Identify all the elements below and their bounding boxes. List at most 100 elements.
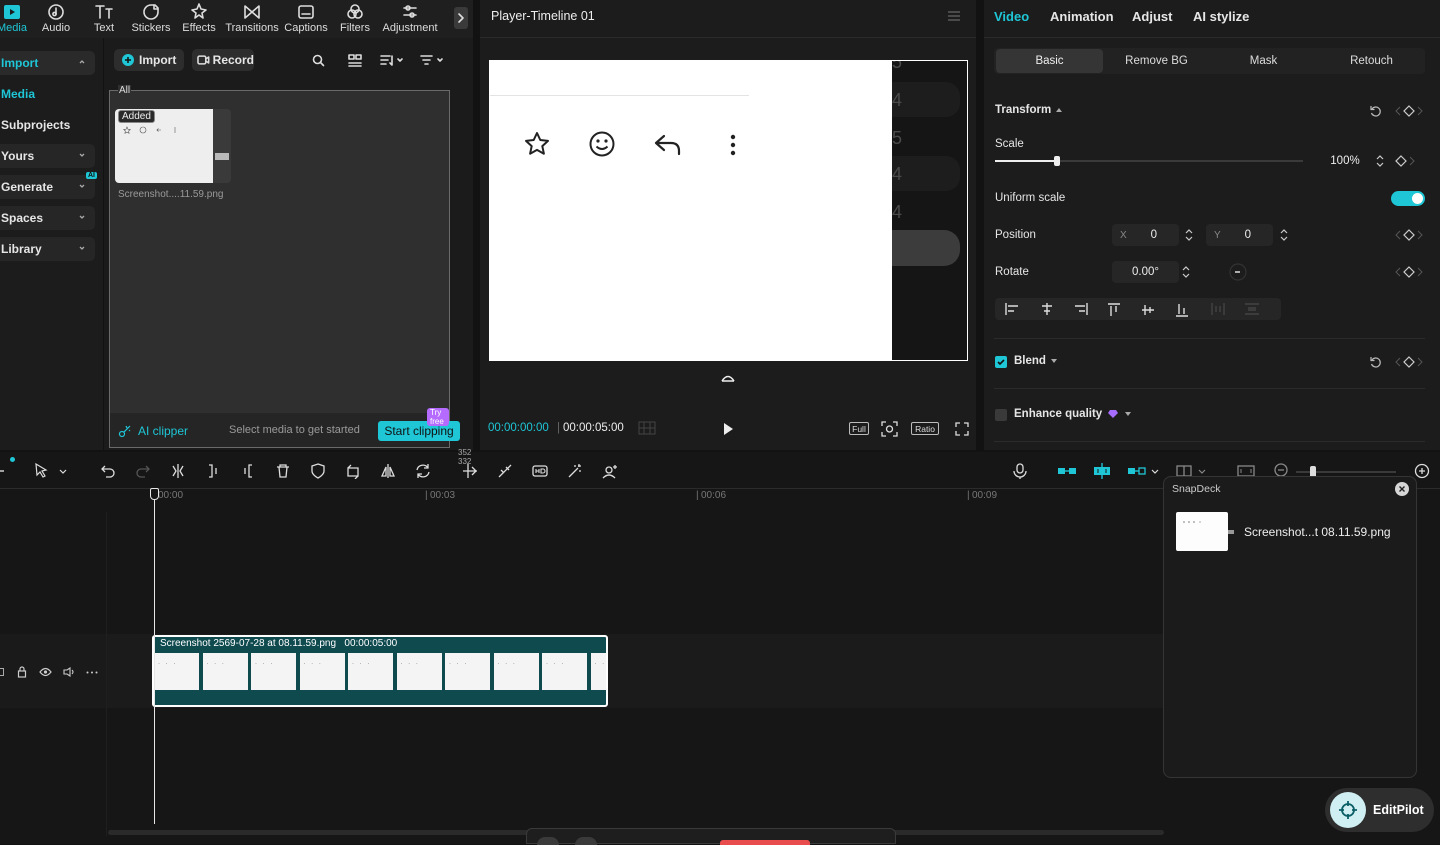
blend-checkbox[interactable]: [995, 356, 1007, 368]
sidebar-item-import[interactable]: Import: [0, 51, 95, 75]
ratio-button[interactable]: Ratio: [911, 422, 939, 435]
distribute-v-icon[interactable]: [1245, 303, 1259, 315]
position-y-field[interactable]: Y 0: [1206, 224, 1273, 246]
transform-header[interactable]: Transform: [995, 104, 1063, 116]
rotate-dial-icon[interactable]: [1229, 263, 1247, 281]
sidebar-item-spaces[interactable]: Spaces: [0, 206, 95, 230]
microphone-icon[interactable]: [1013, 463, 1027, 479]
toolbar-transitions[interactable]: Transitions: [225, 2, 279, 34]
record-button[interactable]: Record: [192, 49, 254, 71]
view-grid-icon[interactable]: [348, 54, 362, 67]
editpilot-button[interactable]: EditPilot: [1325, 788, 1434, 832]
align-right-icon[interactable]: [1074, 303, 1088, 315]
reset-icon[interactable]: [1369, 105, 1382, 118]
toolbar-filters[interactable]: Filters: [338, 2, 372, 34]
shield-icon[interactable]: [310, 463, 326, 479]
snapdeck-thumbnail[interactable]: [1176, 512, 1234, 551]
search-icon[interactable]: [312, 54, 325, 67]
stepper-icon[interactable]: [1181, 264, 1191, 280]
record-indicator[interactable]: [720, 840, 810, 845]
sidebar-item-library[interactable]: Library: [0, 237, 95, 261]
align-bottom-icon[interactable]: [1176, 303, 1188, 317]
preview-axis-icon[interactable]: [1127, 463, 1161, 479]
sidebar-item-yours[interactable]: Yours: [0, 144, 95, 168]
keyframe-control-position[interactable]: [1395, 229, 1423, 241]
split-icon[interactable]: [170, 463, 186, 479]
undo-icon[interactable]: [100, 463, 116, 479]
timeline-clip[interactable]: Screenshot 2569-07-28 at 08.11.59.png 00…: [152, 635, 608, 707]
uniform-scale-toggle[interactable]: [1391, 191, 1425, 206]
segment-remove-bg[interactable]: Remove BG: [1103, 49, 1210, 73]
align-left-icon[interactable]: [1005, 303, 1019, 315]
align-top-icon[interactable]: [1108, 303, 1120, 317]
split-left-icon[interactable]: [205, 463, 221, 479]
screenshot-icon[interactable]: [881, 421, 898, 437]
keyframe-control-transform[interactable]: [1395, 105, 1423, 117]
link-clips-icon[interactable]: [1057, 463, 1077, 479]
toolbar-text[interactable]: Text: [88, 2, 120, 34]
filter-all-label[interactable]: All: [118, 85, 132, 96]
keyframe-control-blend[interactable]: [1395, 356, 1423, 368]
hd-icon[interactable]: [532, 463, 548, 479]
more-horizontal-icon[interactable]: [86, 671, 98, 674]
toolbar-stickers[interactable]: Stickers: [130, 2, 172, 34]
playhead[interactable]: [154, 488, 155, 824]
playhead-handle[interactable]: [150, 488, 159, 500]
toolbar-adjustment[interactable]: Adjustment: [382, 2, 438, 34]
delete-icon[interactable]: [275, 463, 291, 479]
tab-animation[interactable]: Animation: [1050, 9, 1114, 24]
fullscreen-icon[interactable]: [955, 422, 969, 436]
eye-icon[interactable]: [39, 667, 52, 677]
media-item[interactable]: Added: [115, 109, 231, 183]
toolbar-scroll-right-button[interactable]: [454, 7, 468, 29]
mirror-icon[interactable]: [380, 463, 396, 479]
tab-ai-stylize[interactable]: AI stylize: [1193, 9, 1249, 24]
toolbar-captions[interactable]: Captions: [284, 2, 328, 34]
sidebar-item-media[interactable]: Media: [0, 82, 95, 106]
speed-curve-icon[interactable]: [497, 463, 513, 479]
rotate-clip-icon[interactable]: [415, 463, 431, 479]
toolbar-audio[interactable]: Audio: [38, 2, 74, 34]
zoom-slider[interactable]: [1296, 466, 1396, 478]
freeze-icon[interactable]: [462, 463, 480, 479]
sort-icon[interactable]: [380, 54, 406, 67]
add-track-icon[interactable]: [0, 464, 8, 478]
grid-display-icon[interactable]: [638, 421, 656, 435]
zoom-in-icon[interactable]: [1414, 463, 1430, 479]
segment-basic[interactable]: Basic: [996, 49, 1103, 73]
preview-canvas[interactable]: [489, 60, 892, 361]
keyframe-control-rotate[interactable]: [1395, 266, 1423, 278]
filter-icon[interactable]: [420, 54, 446, 67]
person-ai-icon[interactable]: [602, 463, 618, 479]
ai-clipper-label[interactable]: AI clipper: [138, 424, 188, 438]
play-icon[interactable]: [722, 422, 734, 436]
redo-icon[interactable]: [135, 463, 151, 479]
scale-slider-thumb[interactable]: [1053, 156, 1060, 166]
full-button[interactable]: Full: [849, 422, 869, 435]
scale-value[interactable]: 100%: [1320, 150, 1370, 172]
menu-icon[interactable]: [947, 10, 961, 22]
lock-icon[interactable]: [17, 666, 27, 678]
crop-loop-icon[interactable]: [345, 463, 361, 479]
toolbar-effects[interactable]: Effects: [180, 2, 218, 34]
import-button[interactable]: Import: [114, 49, 184, 71]
enhance-quality-checkbox[interactable]: [995, 409, 1007, 421]
sidebar-item-generate[interactable]: Generate AI: [0, 172, 97, 199]
stepper-icon[interactable]: [1184, 227, 1194, 243]
magic-wand-icon[interactable]: [567, 463, 583, 479]
stepper-icon[interactable]: [1279, 227, 1289, 243]
scale-slider[interactable]: [995, 156, 1303, 166]
reset-icon[interactable]: [1369, 356, 1382, 369]
enhance-quality-header[interactable]: Enhance quality: [1014, 408, 1132, 420]
snapdeck-item-name[interactable]: Screenshot...t 08.11.59.png: [1244, 525, 1391, 539]
snapdeck-close-button[interactable]: [1395, 482, 1409, 496]
speaker-icon[interactable]: [63, 667, 76, 677]
rotate-field[interactable]: 0.00°: [1112, 261, 1179, 283]
snap-icon[interactable]: [1092, 463, 1112, 479]
select-cursor-icon[interactable]: [34, 463, 68, 479]
position-x-field[interactable]: X 0: [1112, 224, 1179, 246]
stepper-icon[interactable]: [1375, 153, 1385, 169]
keyframe-control-scale[interactable]: [1395, 155, 1415, 167]
tab-adjust[interactable]: Adjust: [1132, 9, 1172, 24]
align-center-h-icon[interactable]: [1040, 303, 1054, 315]
